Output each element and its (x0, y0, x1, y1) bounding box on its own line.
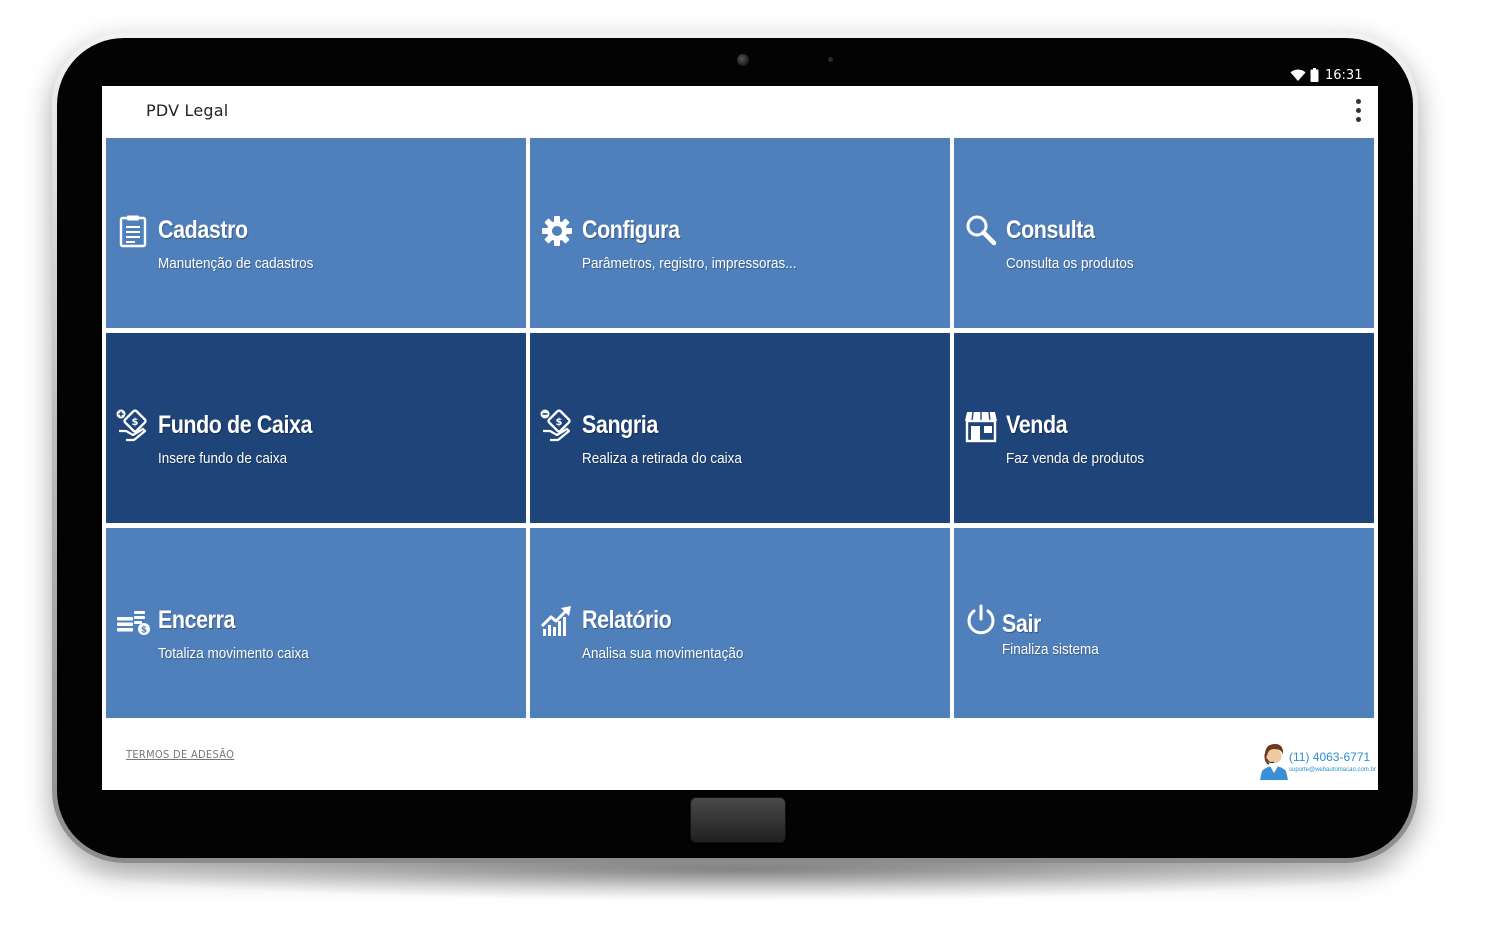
tile-cadastro[interactable]: Cadastro Manutenção de cadastros (106, 138, 526, 328)
store-icon (965, 411, 997, 443)
tile-configura[interactable]: Configura Parâmetros, registro, impresso… (530, 138, 950, 328)
support-email: suporte@webautomacao.com.br (1289, 767, 1376, 773)
tile-subtitle: Totaliza movimento caixa (158, 645, 309, 662)
tile-subtitle: Analisa sua movimentação (582, 645, 744, 662)
tile-subtitle: Parâmetros, registro, impressoras... (582, 255, 797, 272)
main-menu-grid: Cadastro Manutenção de cadastros Configu… (106, 138, 1374, 718)
svg-text:$: $ (132, 417, 139, 428)
tile-title: Sangria (582, 411, 658, 439)
clipboard-icon (119, 215, 147, 248)
tile-sair[interactable]: Sair Finaliza sistema (954, 528, 1374, 718)
tile-subtitle: Insere fundo de caixa (158, 450, 288, 467)
home-button[interactable] (690, 797, 786, 843)
app-title: PDV Legal (146, 101, 229, 120)
tile-title: Encerra (158, 606, 236, 634)
tile-subtitle: Realiza a retirada do caixa (582, 450, 742, 467)
power-icon (967, 604, 995, 635)
tile-relatorio[interactable]: Relatório Analisa sua movimentação (530, 528, 950, 718)
tile-title: Cadastro (158, 216, 248, 244)
tile-title: Consulta (1006, 216, 1095, 244)
tile-subtitle: Manutenção de cadastros (158, 255, 314, 272)
tile-encerra[interactable]: $ Encerra Totaliza movimento caixa (106, 528, 526, 718)
tile-title: Venda (1006, 411, 1068, 439)
app-screen: PDV Legal Cadastro Manutenção de cadastr… (102, 86, 1378, 790)
coins-icon: $ (117, 611, 150, 636)
tile-sangria[interactable]: $ Sangria Realiza a retirada do caixa (530, 333, 950, 523)
tile-fundo-de-caixa[interactable]: $ Fundo de Caixa Insere fundo de caixa (106, 333, 526, 523)
sensor-dot (828, 57, 833, 62)
money-in-icon: $ (116, 409, 147, 442)
svg-text:$: $ (556, 417, 563, 428)
money-out-icon: $ (540, 409, 571, 442)
tile-title: Configura (582, 216, 680, 244)
chart-up-icon (540, 606, 571, 636)
tile-title: Sair (1002, 610, 1041, 638)
terms-link[interactable]: TERMOS DE ADESÃO (126, 748, 234, 761)
app-bar: PDV Legal (102, 86, 1378, 134)
support-agent-icon (1260, 744, 1288, 780)
support-contact[interactable]: (11) 4063-6771 suporte@webautomacao.com.… (1258, 740, 1376, 780)
status-time: 16:31 (1325, 67, 1363, 83)
tile-venda[interactable]: Venda Faz venda de produtos (954, 333, 1374, 523)
wifi-icon (1290, 69, 1306, 81)
camera-icon (737, 54, 749, 66)
tile-consulta[interactable]: Consulta Consulta os produtos (954, 138, 1374, 328)
battery-icon (1310, 68, 1319, 82)
tile-title: Relatório (582, 606, 672, 634)
svg-text:$: $ (141, 626, 147, 636)
tile-subtitle: Faz venda de produtos (1006, 450, 1145, 467)
gear-icon (542, 216, 572, 246)
more-vertical-icon[interactable] (1348, 96, 1368, 124)
tile-title: Fundo de Caixa (158, 411, 313, 439)
search-icon (966, 215, 997, 246)
tile-subtitle: Finaliza sistema (1002, 641, 1099, 658)
status-bar: 16:31 (1290, 66, 1380, 84)
support-phone: (11) 4063-6771 (1289, 750, 1371, 764)
tile-subtitle: Consulta os produtos (1006, 255, 1134, 272)
